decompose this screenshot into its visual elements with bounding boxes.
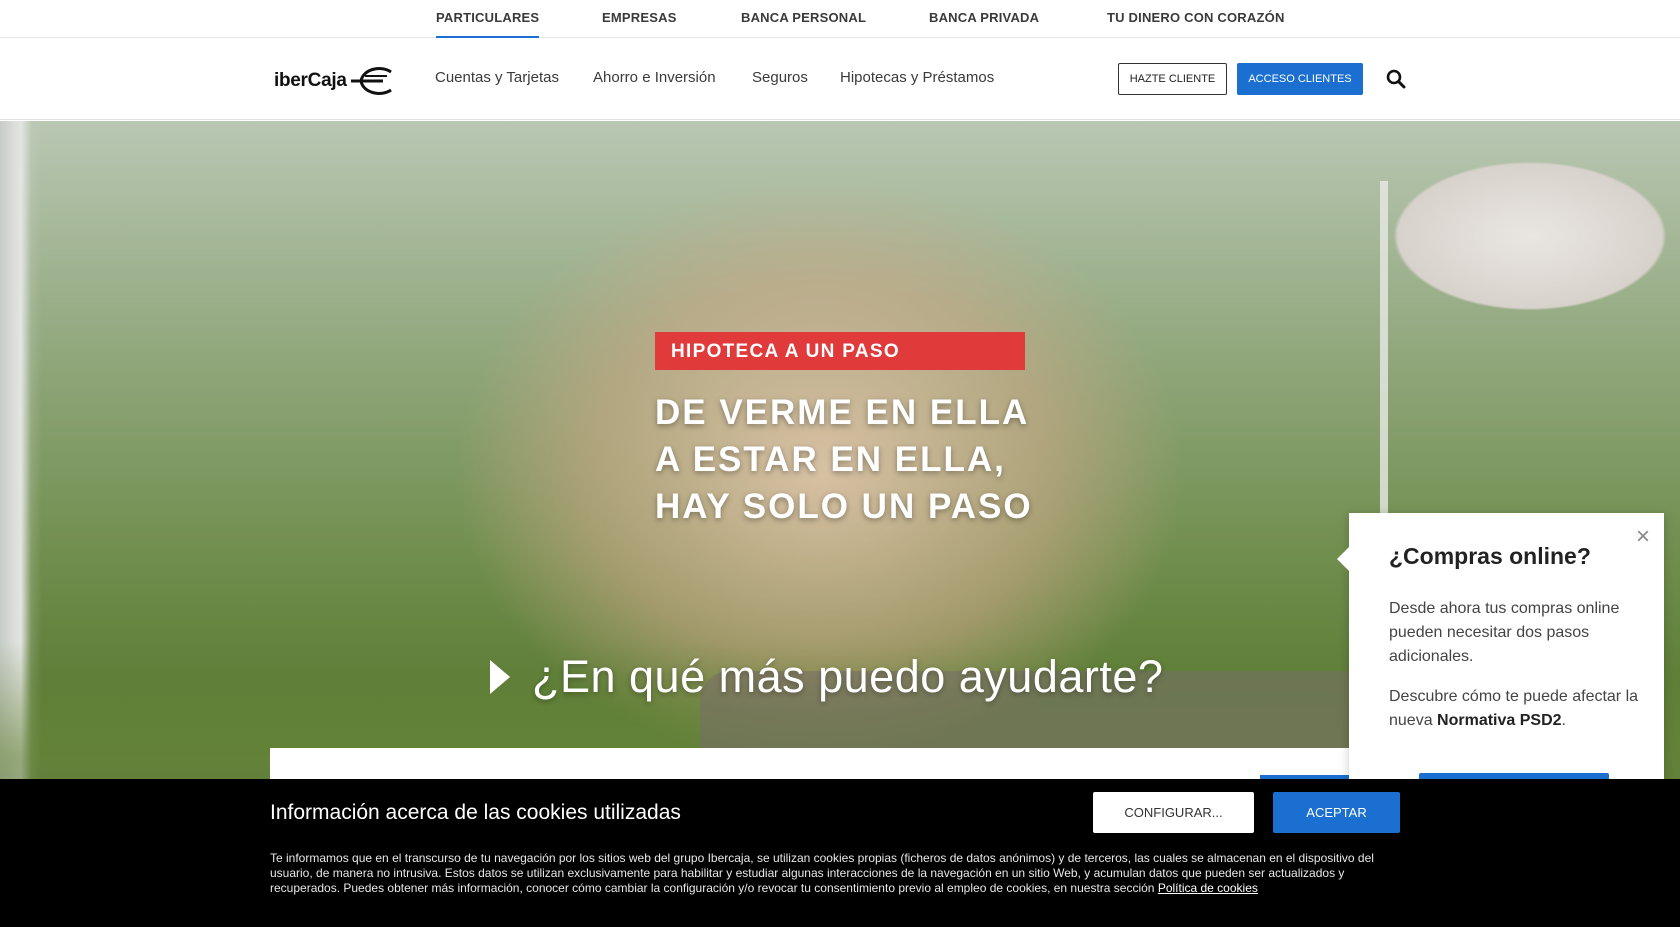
nav-cuentas-y-tarjetas[interactable]: Cuentas y Tarjetas [435, 69, 559, 86]
close-icon[interactable]: × [1636, 523, 1650, 551]
help-prompt[interactable]: ¿En qué más puedo ayudarte? [490, 651, 1163, 703]
nav-seguros[interactable]: Seguros [752, 69, 808, 86]
psd2-link[interactable]: Normativa PSD2 [1437, 712, 1562, 729]
hero-tag: HIPOTECA A UN PASO [655, 332, 1025, 370]
popup-text-1: Desde ahora tus compras online pueden ne… [1389, 600, 1620, 665]
accept-cookies-button[interactable]: ACEPTAR [1273, 792, 1400, 833]
ibercaja-logo[interactable]: iberCaja [274, 66, 393, 96]
segment-banca-privada[interactable]: BANCA PRIVADA [929, 10, 1039, 38]
hero-headline-line-1: DE VERME EN ELLA [655, 393, 1030, 432]
logo-text: iberCaja [274, 70, 347, 91]
segment-particulares[interactable]: PARTICULARES [436, 10, 540, 38]
segment-tu-dinero-con-corazon[interactable]: TU DINERO CON CORAZÓN [1107, 10, 1285, 38]
segment-empresas[interactable]: EMPRESAS [602, 10, 677, 38]
segment-bar: PARTICULARES EMPRESAS BANCA PERSONAL BAN… [0, 0, 1680, 38]
popup-arrow [1337, 547, 1349, 571]
cookie-banner: Información acerca de las cookies utiliz… [0, 779, 1680, 927]
hero-headline-line-3: HAY SOLO UN PASO [655, 487, 1033, 526]
popup-text-2-suffix: . [1561, 712, 1566, 729]
popup-text-2: Descubre cómo te puede afectar la nueva … [1389, 685, 1639, 733]
hero-headline-line-2: A ESTAR EN ELLA, [655, 440, 1006, 479]
cookie-text: Te informamos que en el transcurso de tu… [270, 851, 1402, 896]
cookie-title: Información acerca de las cookies utiliz… [270, 801, 681, 824]
play-icon [490, 660, 510, 694]
psd2-popup: × ¿Compras online? Desde ahora tus compr… [1337, 513, 1664, 783]
main-header: iberCaja Cuentas y Tarjetas Ahorro e Inv… [0, 39, 1680, 120]
configure-cookies-button[interactable]: CONFIGURAR... [1093, 792, 1254, 833]
hero-headline: DE VERME EN ELLA A ESTAR EN ELLA, HAY SO… [655, 389, 1075, 530]
ibercaja-logo-icon [350, 67, 392, 95]
nav-hipotecas-y-prestamos[interactable]: Hipotecas y Préstamos [840, 69, 994, 86]
nav-ahorro-e-inversion[interactable]: Ahorro e Inversión [593, 69, 716, 86]
acceso-clientes-button[interactable]: ACCESO CLIENTES [1237, 63, 1363, 95]
cookie-policy-link[interactable]: Política de cookies [1158, 881, 1258, 895]
search-icon[interactable] [1386, 69, 1406, 89]
popup-title: ¿Compras online? [1389, 543, 1591, 569]
help-text: ¿En qué más puedo ayudarte? [532, 651, 1164, 702]
segment-banca-personal[interactable]: BANCA PERSONAL [741, 10, 866, 38]
hazte-cliente-button[interactable]: HAZTE CLIENTE [1118, 63, 1227, 95]
